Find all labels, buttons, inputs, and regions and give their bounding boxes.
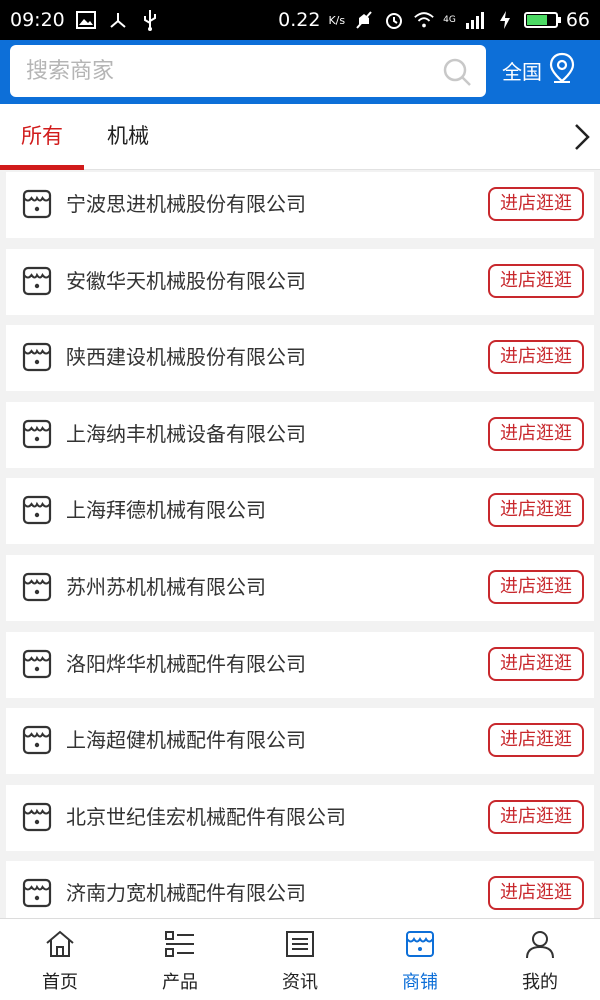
battery-icon xyxy=(523,12,561,28)
tab-all[interactable]: 所有 xyxy=(0,104,84,170)
product-list-icon xyxy=(164,929,196,964)
nav-home[interactable]: 首页 xyxy=(0,919,120,1000)
visit-store-button[interactable]: 进店逛逛 xyxy=(488,340,584,375)
status-bar: 09:20 0.22 K/s 4G 66 xyxy=(0,0,600,40)
battery-percent: 66 xyxy=(565,9,590,31)
shop-name: 上海超健机械配件有限公司 xyxy=(66,728,306,753)
tab-machinery[interactable]: 机械 xyxy=(86,104,170,170)
mute-icon xyxy=(353,9,375,31)
shop-icon xyxy=(22,801,52,837)
signal-icon xyxy=(464,9,486,31)
home-icon xyxy=(44,929,76,964)
news-icon xyxy=(284,929,316,964)
shop-list-item[interactable]: 上海超健机械配件有限公司 进店逛逛 xyxy=(6,708,594,775)
status-time: 09:20 xyxy=(10,9,65,31)
share-icon xyxy=(107,9,129,31)
shop-name: 苏州苏机机械有限公司 xyxy=(66,574,266,599)
shop-name: 宁波思进机械股份有限公司 xyxy=(66,192,306,216)
net-speed-unit: K/s xyxy=(328,13,346,27)
nav-products[interactable]: 产品 xyxy=(120,919,240,1000)
shop-name: 上海拜德机械有限公司 xyxy=(66,498,266,523)
shop-icon xyxy=(22,571,52,607)
shop-list-item[interactable]: 上海纳丰机械设备有限公司 进店逛逛 xyxy=(6,401,594,468)
shop-list-item[interactable]: 上海拜德机械有限公司 进店逛逛 xyxy=(6,478,594,545)
alarm-icon xyxy=(383,9,405,31)
shop-list-item[interactable]: 陕西建设机械股份有限公司 进店逛逛 xyxy=(6,325,594,392)
gallery-icon xyxy=(75,9,97,31)
shop-icon xyxy=(22,494,52,530)
search-icon[interactable] xyxy=(442,57,472,91)
shop-list-item[interactable]: 北京世纪佳宏机械配件有限公司 进店逛逛 xyxy=(6,784,594,851)
nav-news-label: 资讯 xyxy=(282,972,318,993)
visit-store-button[interactable]: 进店逛逛 xyxy=(488,569,584,604)
nav-news[interactable]: 资讯 xyxy=(240,919,360,1000)
bottom-nav: 首页 产品 资讯 商铺 我的 xyxy=(0,918,600,1000)
nav-shops[interactable]: 商铺 xyxy=(360,919,480,1000)
shop-icon xyxy=(22,188,52,224)
shop-list-item[interactable]: 洛阳烨华机械配件有限公司 进店逛逛 xyxy=(6,631,594,698)
charging-icon xyxy=(494,9,516,31)
visit-store-button[interactable]: 进店逛逛 xyxy=(488,187,584,221)
visit-store-button[interactable]: 进店逛逛 xyxy=(488,263,584,298)
shop-list-item[interactable]: 苏州苏机机械有限公司 进店逛逛 xyxy=(6,554,594,621)
visit-store-button[interactable]: 进店逛逛 xyxy=(488,493,584,528)
shop-name: 安徽华天机械股份有限公司 xyxy=(66,268,306,293)
app-header: 全国 xyxy=(0,40,600,104)
shop-icon xyxy=(404,929,436,964)
shop-list: 宁波思进机械股份有限公司 进店逛逛 安徽华天机械股份有限公司 进店逛逛 陕西建设机械股份… xyxy=(6,172,594,938)
visit-store-button[interactable]: 进店逛逛 xyxy=(488,646,584,681)
nav-products-label: 产品 xyxy=(162,972,198,993)
active-tab-indicator xyxy=(0,165,84,170)
usb-icon xyxy=(139,9,161,31)
network-type: 4G xyxy=(443,15,456,25)
nav-mine[interactable]: 我的 xyxy=(480,919,600,1000)
shop-icon xyxy=(22,648,52,684)
search-box[interactable] xyxy=(10,45,486,97)
shop-name: 北京世纪佳宏机械配件有限公司 xyxy=(66,804,346,829)
region-label: 全国 xyxy=(502,60,542,84)
shop-icon xyxy=(22,418,52,454)
nav-mine-label: 我的 xyxy=(522,972,558,993)
shop-name: 上海纳丰机械设备有限公司 xyxy=(66,421,306,446)
shop-list-item[interactable]: 安徽华天机械股份有限公司 进店逛逛 xyxy=(6,248,594,315)
chevron-right-icon[interactable] xyxy=(572,122,592,156)
category-tabs: 所有 机械 xyxy=(0,104,600,170)
wifi-icon xyxy=(413,9,435,31)
nav-shops-label: 商铺 xyxy=(402,972,438,993)
shop-icon xyxy=(22,877,52,913)
shop-icon xyxy=(22,341,52,377)
user-icon xyxy=(524,929,556,964)
search-input[interactable] xyxy=(26,58,426,84)
nav-home-label: 首页 xyxy=(42,972,78,993)
location-pin-icon xyxy=(548,52,576,89)
visit-store-button[interactable]: 进店逛逛 xyxy=(488,723,584,758)
net-speed: 0.22 xyxy=(278,9,321,31)
shop-list-item[interactable]: 宁波思进机械股份有限公司 进店逛逛 xyxy=(6,172,594,238)
shop-name: 洛阳烨华机械配件有限公司 xyxy=(66,651,306,676)
shop-icon xyxy=(22,724,52,760)
visit-store-button[interactable]: 进店逛逛 xyxy=(488,876,584,911)
visit-store-button[interactable]: 进店逛逛 xyxy=(488,416,584,451)
shop-icon xyxy=(22,265,52,301)
shop-name: 陕西建设机械股份有限公司 xyxy=(66,345,306,370)
region-selector[interactable]: 全国 xyxy=(502,52,576,89)
visit-store-button[interactable]: 进店逛逛 xyxy=(488,799,584,834)
